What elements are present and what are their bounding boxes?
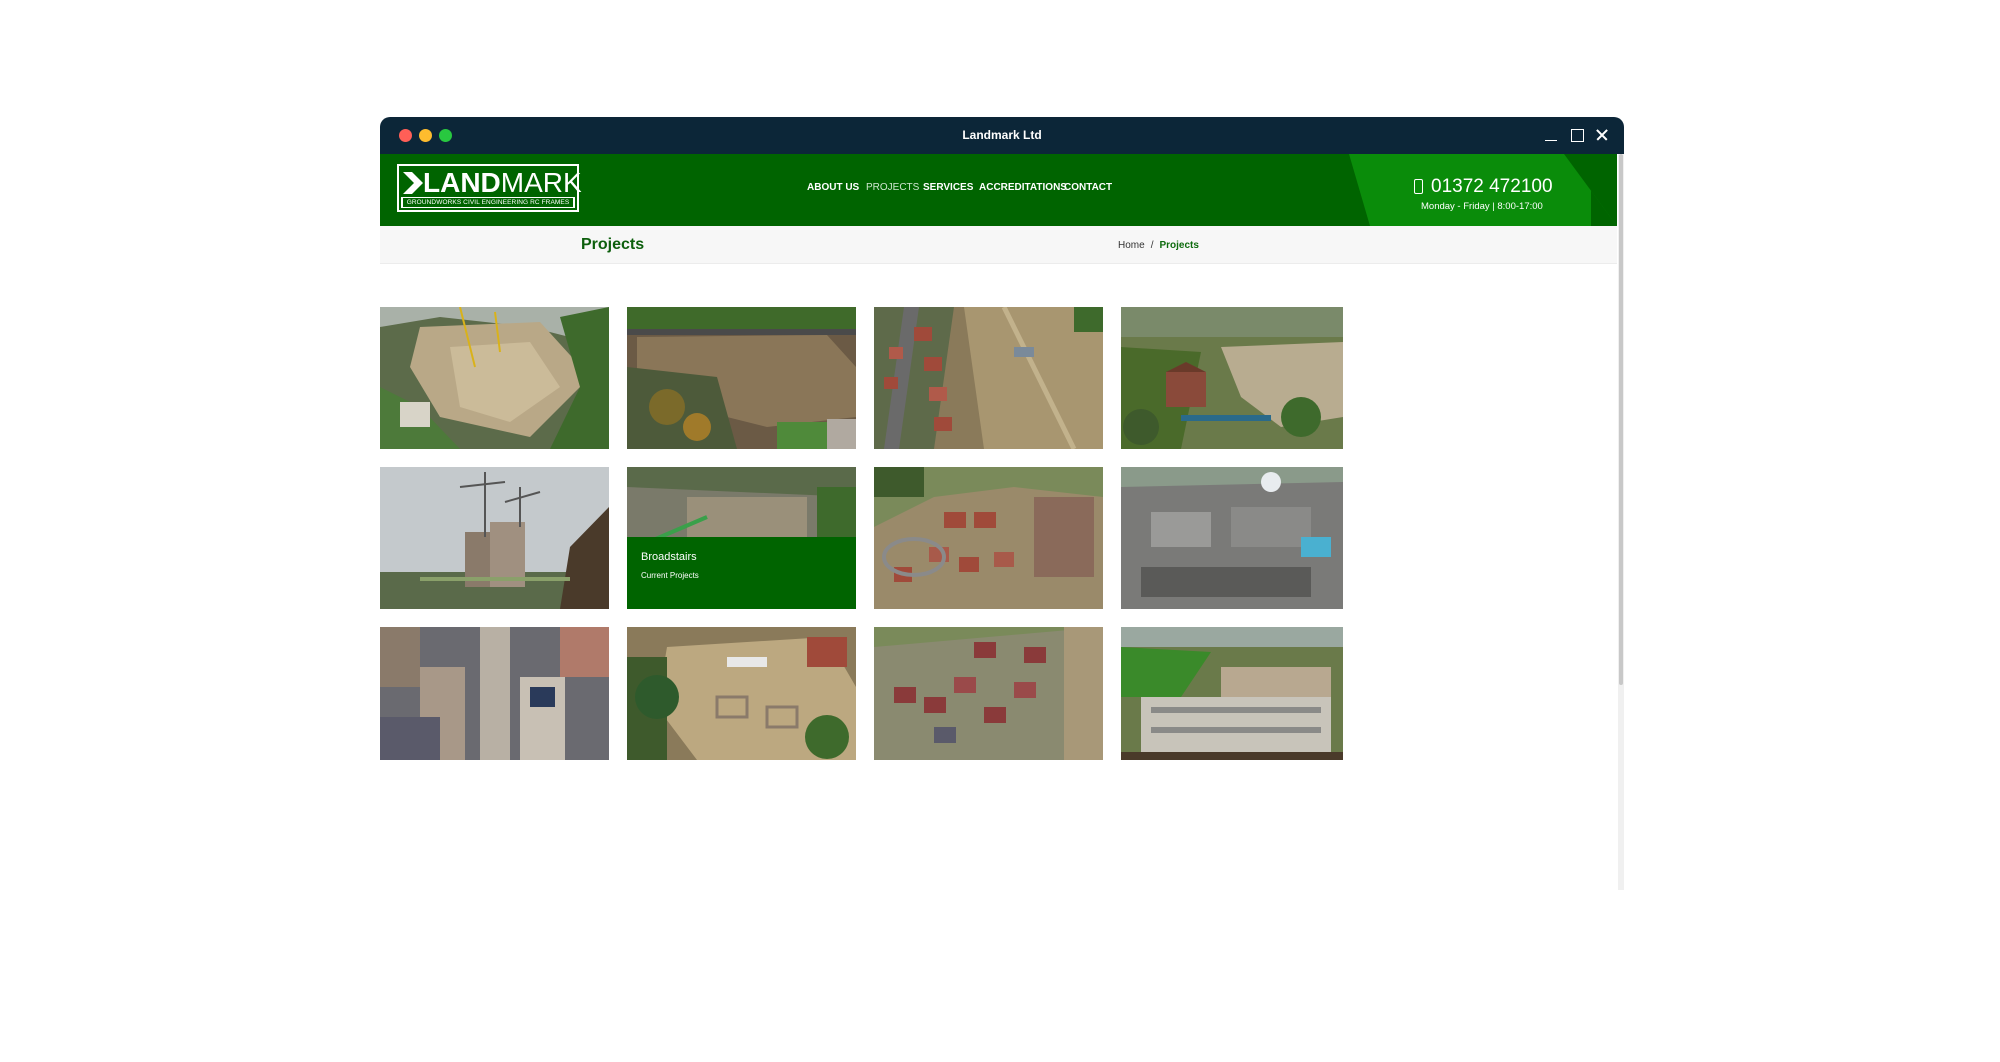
- project-tile-2[interactable]: [627, 307, 856, 449]
- project-tile-1[interactable]: [380, 307, 609, 449]
- logo-arrow-icon: [403, 172, 423, 194]
- scrollbar-thumb[interactable]: [1619, 154, 1623, 685]
- project-tile-4[interactable]: [1121, 307, 1343, 449]
- page-title: Projects: [581, 236, 645, 253]
- window-title: Landmark Ltd: [962, 128, 1042, 142]
- opening-hours: Monday - Friday | 8:00-17:00: [1421, 201, 1543, 212]
- project-photo: [627, 307, 856, 449]
- nav-accreditations[interactable]: ACCREDITATIONS: [979, 182, 1067, 193]
- project-photo: [1121, 627, 1343, 760]
- project-photo: [1121, 307, 1343, 449]
- project-photo: [874, 307, 1103, 449]
- project-photo: [874, 627, 1103, 760]
- project-caption: Broadstairs Current Projects: [627, 537, 856, 609]
- breadcrumb: Home / Projects: [1118, 240, 1199, 251]
- project-tile-9[interactable]: [380, 627, 609, 760]
- project-category[interactable]: Current Projects: [641, 571, 699, 580]
- project-tile-5[interactable]: [380, 467, 609, 609]
- phone-icon: [1414, 179, 1423, 194]
- phone-number[interactable]: 01372 472100: [1431, 176, 1553, 198]
- maximize-icon[interactable]: [1569, 127, 1585, 143]
- minimize-icon[interactable]: [1543, 127, 1559, 143]
- close-icon[interactable]: [1594, 127, 1610, 143]
- project-photo: [627, 627, 856, 760]
- project-tile-12[interactable]: [1121, 627, 1343, 760]
- project-photo: [1121, 467, 1343, 609]
- project-tile-broadstairs[interactable]: Broadstairs Current Projects: [627, 467, 856, 609]
- nav-about-us[interactable]: ABOUT US: [807, 182, 859, 193]
- logo-tagline-box: GROUNDWORKS CIVIL ENGINEERING RC FRAMES: [401, 197, 575, 208]
- project-tile-11[interactable]: [874, 627, 1103, 760]
- project-tile-7[interactable]: [874, 467, 1103, 609]
- nav-services[interactable]: SERVICES: [923, 182, 973, 193]
- project-photo: [380, 467, 609, 609]
- project-photo: [874, 467, 1103, 609]
- project-tile-8[interactable]: [1121, 467, 1343, 609]
- page-scrollbar[interactable]: [1618, 154, 1624, 890]
- project-title[interactable]: Broadstairs: [641, 551, 697, 563]
- project-tile-3[interactable]: [874, 307, 1103, 449]
- project-photo: [380, 307, 609, 449]
- nav-projects[interactable]: PROJECTS: [866, 182, 919, 193]
- breadcrumb-separator: /: [1150, 240, 1154, 251]
- nav-contact[interactable]: CONTACT: [1064, 182, 1112, 193]
- breadcrumb-home[interactable]: Home: [1118, 240, 1145, 251]
- page-title-bar: Projects Home / Projects: [380, 226, 1617, 264]
- project-photo: [380, 627, 609, 760]
- window-titlebar: Landmark Ltd: [380, 117, 1624, 154]
- browser-window: Landmark Ltd LANDMARK GROUNDWORKS CIVIL …: [380, 117, 1624, 890]
- logo-wordmark: LANDMARK: [423, 167, 582, 198]
- site-logo[interactable]: LANDMARK GROUNDWORKS CIVIL ENGINEERING R…: [397, 164, 582, 212]
- project-tile-10[interactable]: [627, 627, 856, 760]
- logo-tagline: GROUNDWORKS CIVIL ENGINEERING RC FRAMES: [403, 198, 573, 207]
- site-header: LANDMARK GROUNDWORKS CIVIL ENGINEERING R…: [380, 154, 1617, 226]
- breadcrumb-current: Projects: [1159, 240, 1199, 251]
